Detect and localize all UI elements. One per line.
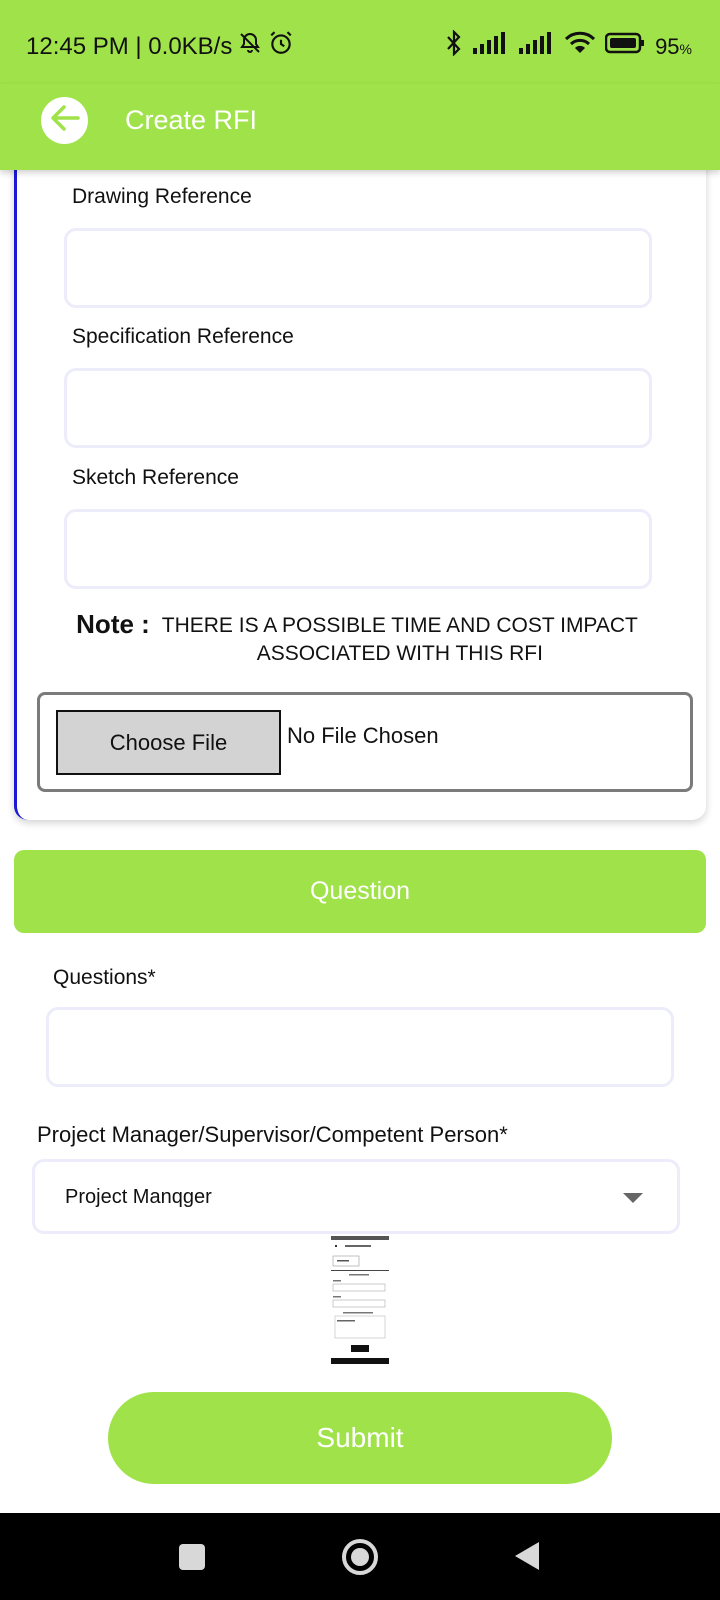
question-section-header: Question bbox=[14, 850, 706, 933]
alarm-icon bbox=[268, 30, 294, 63]
app-bar: Create RFI bbox=[0, 84, 720, 170]
file-picker: Choose File No File Chosen bbox=[37, 692, 693, 792]
questions-input[interactable] bbox=[46, 1007, 674, 1087]
choose-file-button[interactable]: Choose File bbox=[56, 710, 281, 775]
sketch-reference-label: Sketch Reference bbox=[72, 466, 239, 489]
attached-image-thumbnail[interactable] bbox=[331, 1236, 389, 1364]
assignee-selected-value: Project Manqger bbox=[65, 1186, 212, 1208]
drawing-reference-label: Drawing Reference bbox=[72, 185, 252, 208]
status-bar: 12:45 PM | 0.0KB/s 95% bbox=[0, 0, 720, 84]
specification-reference-label: Specification Reference bbox=[72, 325, 294, 348]
nav-back-icon[interactable] bbox=[512, 1540, 542, 1577]
system-nav-bar bbox=[0, 1513, 720, 1600]
bluetooth-icon bbox=[445, 29, 463, 63]
drawing-reference-input[interactable] bbox=[64, 228, 652, 308]
page-title: Create RFI bbox=[125, 105, 258, 135]
back-arrow-icon bbox=[48, 101, 82, 140]
nav-recents-icon[interactable] bbox=[178, 1543, 206, 1576]
rfi-details-card: Drawing Reference Specification Referenc… bbox=[14, 150, 706, 820]
sketch-reference-input[interactable] bbox=[64, 509, 652, 589]
specification-reference-input[interactable] bbox=[64, 368, 652, 448]
note-prefix: Note : bbox=[76, 609, 150, 639]
assignee-select[interactable]: Project Manqger bbox=[32, 1159, 680, 1234]
status-time: 12:45 PM | 0.0KB/s bbox=[26, 32, 233, 60]
questions-label: Questions* bbox=[53, 966, 156, 989]
caret-down-icon bbox=[623, 1193, 643, 1203]
nav-home-icon[interactable] bbox=[340, 1537, 380, 1582]
status-right: 95% bbox=[445, 29, 692, 63]
signal-icon bbox=[473, 32, 509, 61]
back-button[interactable] bbox=[41, 97, 88, 144]
no-file-text: No File Chosen bbox=[287, 723, 439, 748]
status-left: 12:45 PM | 0.0KB/s bbox=[26, 30, 294, 63]
thumbnail-preview bbox=[331, 1236, 389, 1364]
wifi-icon bbox=[565, 31, 596, 62]
note-text: THERE IS A POSSIBLE TIME AND COST IMPACT… bbox=[161, 614, 638, 665]
signal-icon bbox=[519, 32, 555, 61]
cost-impact-note: Note : THERE IS A POSSIBLE TIME AND COST … bbox=[17, 610, 709, 668]
mute-icon bbox=[238, 31, 262, 62]
submit-button[interactable]: Submit bbox=[108, 1392, 612, 1484]
battery-percent: 95% bbox=[655, 33, 692, 59]
battery-icon bbox=[604, 32, 645, 61]
assignee-label: Project Manager/Supervisor/Competent Per… bbox=[37, 1122, 508, 1147]
